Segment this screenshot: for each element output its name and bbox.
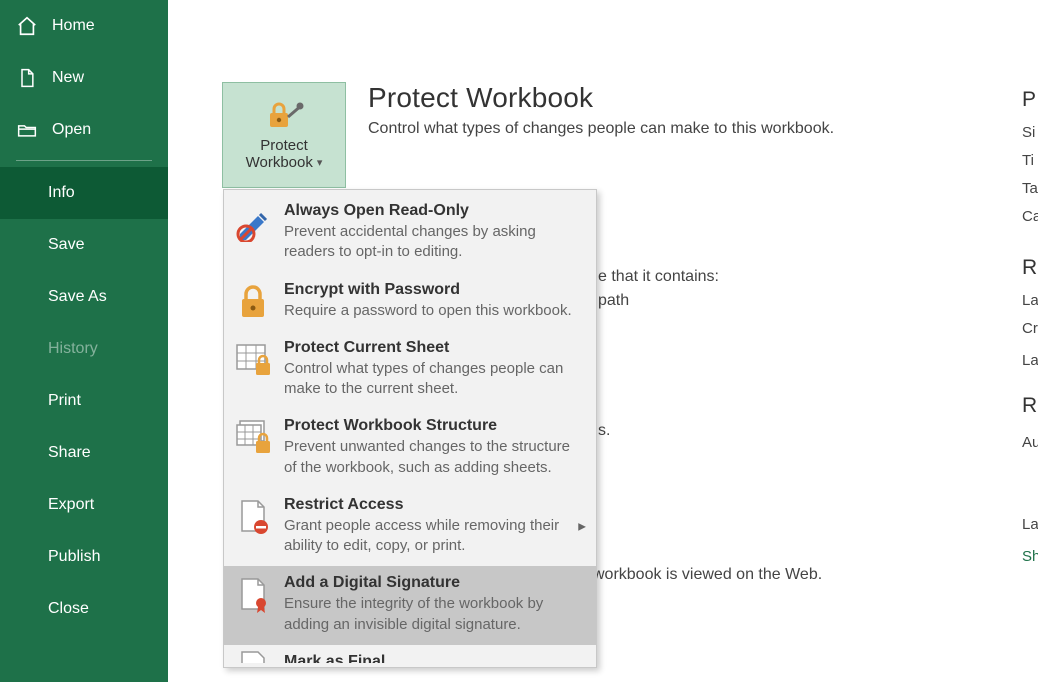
sidebar-item-home[interactable]: Home — [0, 0, 168, 52]
prop-label: La — [1022, 352, 1038, 369]
bg-text: e that it contains: — [598, 268, 719, 286]
menu-item-title: Restrict Access — [284, 496, 584, 514]
lock-key-icon — [264, 99, 304, 131]
prop-label: La — [1022, 292, 1038, 309]
menu-item-encrypt[interactable]: Encrypt with Password Require a password… — [224, 273, 596, 331]
sidebar-item-label: History — [48, 340, 98, 358]
sidebar-item-label: Home — [52, 17, 95, 35]
prop-label: Cr — [1022, 320, 1038, 337]
document-ribbon-icon — [234, 576, 272, 614]
sidebar-item-history: History — [0, 323, 168, 375]
sidebar-item-export[interactable]: Export — [0, 479, 168, 531]
document-restrict-icon — [234, 498, 272, 536]
prop-label: Ta — [1022, 180, 1038, 197]
bg-text: workbook is viewed on the Web. — [593, 566, 822, 584]
bg-text: path — [598, 292, 629, 310]
backstage-sidebar: Home New Open Info Save Save As History … — [0, 0, 168, 682]
section-title: Protect Workbook — [368, 82, 834, 114]
menu-item-title: Protect Current Sheet — [284, 339, 584, 357]
panel-heading: R — [1022, 394, 1037, 418]
menu-item-digital-signature[interactable]: Add a Digital Signature Ensure the integ… — [224, 566, 596, 645]
prop-label: Ca — [1022, 208, 1038, 225]
sidebar-item-label: Publish — [48, 548, 100, 566]
sidebar-item-close[interactable]: Close — [0, 583, 168, 635]
menu-item-desc: Control what types of changes people can… — [284, 359, 584, 400]
lock-icon — [234, 283, 272, 321]
sidebar-item-label: New — [52, 69, 84, 87]
sidebar-item-open[interactable]: Open — [0, 104, 168, 156]
pencil-no-icon — [234, 204, 272, 242]
panel-heading: R — [1022, 256, 1037, 280]
home-icon — [16, 15, 38, 37]
bg-text: s. — [598, 422, 610, 440]
prop-label: Au — [1022, 434, 1038, 451]
sidebar-divider — [16, 160, 152, 161]
tile-label-line1: Protect — [260, 137, 308, 154]
sidebar-item-label: Export — [48, 496, 94, 514]
menu-item-title: Add a Digital Signature — [284, 574, 584, 592]
folder-open-icon — [16, 119, 38, 141]
menu-item-desc: Ensure the integrity of the workbook by … — [284, 594, 584, 635]
menu-item-desc: Prevent unwanted changes to the structur… — [284, 437, 584, 478]
menu-item-title: Encrypt with Password — [284, 281, 584, 299]
chevron-down-icon: ▾ — [317, 156, 323, 169]
menu-item-title: Always Open Read-Only — [284, 202, 584, 220]
menu-item-read-only[interactable]: Always Open Read-Only Prevent accidental… — [224, 194, 596, 273]
protect-workbook-menu: Always Open Read-Only Prevent accidental… — [223, 189, 597, 668]
menu-item-desc: Require a password to open this workbook… — [284, 301, 584, 321]
tile-label-line2: Workbook — [246, 154, 313, 171]
section-subtitle: Control what types of changes people can… — [368, 120, 834, 138]
menu-item-mark-as-final[interactable]: Mark as Final — [224, 645, 596, 663]
sidebar-item-label: Save As — [48, 288, 107, 306]
sheets-lock-icon — [234, 419, 272, 457]
sidebar-item-label: Close — [48, 600, 89, 618]
menu-item-restrict-access[interactable]: Restrict Access Grant people access whil… — [224, 488, 596, 567]
sidebar-item-share[interactable]: Share — [0, 427, 168, 479]
menu-item-desc: Grant people access while removing their… — [284, 516, 584, 557]
panel-heading: P — [1022, 88, 1036, 112]
sidebar-item-publish[interactable]: Publish — [0, 531, 168, 583]
menu-item-protect-sheet[interactable]: Protect Current Sheet Control what types… — [224, 331, 596, 410]
sidebar-item-label: Share — [48, 444, 91, 462]
prop-label: La — [1022, 516, 1038, 533]
sidebar-item-label: Info — [48, 184, 75, 202]
protect-workbook-tile[interactable]: Protect Workbook ▾ — [222, 82, 346, 188]
sidebar-item-new[interactable]: New — [0, 52, 168, 104]
prop-label: Ti — [1022, 152, 1034, 169]
show-all-link[interactable]: Sh — [1022, 548, 1038, 565]
prop-label: Si — [1022, 124, 1035, 141]
sheet-lock-icon — [234, 341, 272, 379]
menu-item-title: Protect Workbook Structure — [284, 417, 584, 435]
sidebar-item-info[interactable]: Info — [0, 167, 168, 219]
document-final-icon — [234, 649, 272, 663]
sidebar-item-label: Print — [48, 392, 81, 410]
sidebar-item-label: Save — [48, 236, 84, 254]
sidebar-item-save[interactable]: Save — [0, 219, 168, 271]
sidebar-item-print[interactable]: Print — [0, 375, 168, 427]
sidebar-item-save-as[interactable]: Save As — [0, 271, 168, 323]
submenu-arrow-icon: ▶ — [578, 522, 586, 533]
document-icon — [16, 67, 38, 89]
sidebar-item-label: Open — [52, 121, 91, 139]
menu-item-protect-structure[interactable]: Protect Workbook Structure Prevent unwan… — [224, 409, 596, 488]
menu-item-title: Mark as Final — [284, 653, 584, 663]
properties-panel: P Si Ti Ta Ca R La Cr La R Au La Sh — [1022, 0, 1038, 682]
menu-item-desc: Prevent accidental changes by asking rea… — [284, 222, 584, 263]
